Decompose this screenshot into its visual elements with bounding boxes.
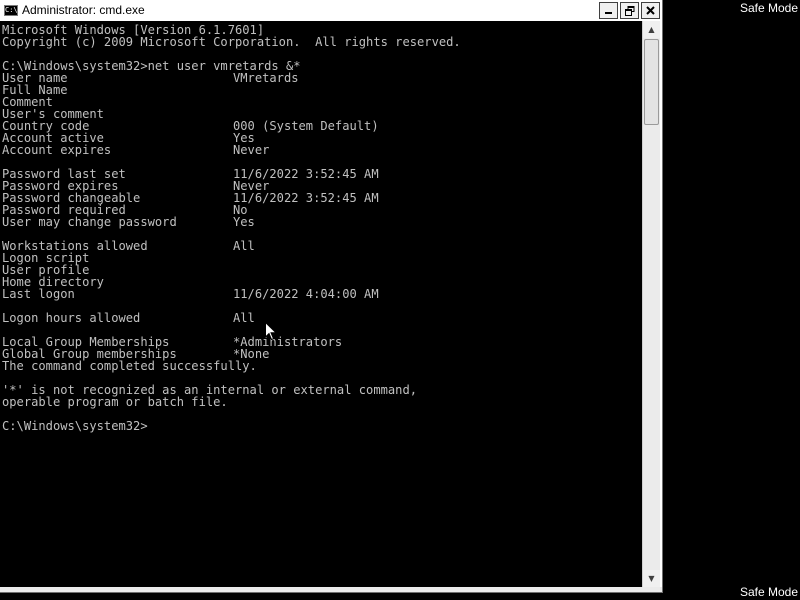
mouse-pointer-icon: [265, 322, 277, 341]
window-title: Administrator: cmd.exe: [22, 3, 145, 17]
console-line: The command completed successfully.: [2, 359, 257, 373]
scroll-down-arrow-icon[interactable]: ▼: [643, 570, 660, 587]
vertical-scrollbar[interactable]: ▲ ▼: [642, 21, 660, 587]
scroll-thumb[interactable]: [644, 39, 659, 125]
console-output[interactable]: Microsoft Windows [Version 6.1.7601] Copy…: [0, 21, 642, 587]
title-bar[interactable]: C:\ Administrator: cmd.exe: [0, 0, 662, 21]
scroll-up-arrow-icon[interactable]: ▲: [643, 21, 660, 38]
safe-mode-label-top: Safe Mode: [739, 1, 798, 15]
console-value: 11/6/2022 4:04:00 AM: [233, 287, 379, 301]
console-line: Logon hours allowed: [2, 311, 141, 325]
console-value: 000 (System Default): [233, 119, 379, 133]
console-line: C:\Windows\system32>: [2, 419, 148, 433]
console-value: All: [233, 239, 255, 253]
minimize-button[interactable]: [599, 2, 618, 19]
console-line: Account expires: [2, 143, 112, 157]
restore-icon: [624, 5, 634, 16]
cmd-icon[interactable]: C:\: [4, 5, 18, 16]
window-controls: [599, 2, 660, 19]
console-value: All: [233, 311, 255, 325]
console-line: Copyright (c) 2009 Microsoft Corporation…: [2, 35, 461, 49]
close-icon: [646, 6, 655, 15]
minimize-icon: [605, 12, 612, 14]
safe-mode-label-bottom: Safe Mode: [739, 585, 798, 599]
cmd-window[interactable]: C:\ Administrator: cmd.exe Microsoft Win…: [0, 0, 663, 593]
console-value: 11/6/2022 3:52:45 AM: [233, 191, 379, 205]
close-button[interactable]: [641, 2, 660, 19]
console-line: User may change password: [2, 215, 177, 229]
window-bottom-edge: [0, 587, 662, 592]
console-line: operable program or batch file.: [2, 395, 228, 409]
console-value: Yes: [233, 215, 255, 229]
maximize-button[interactable]: [620, 2, 639, 19]
console-value: Never: [233, 143, 270, 157]
console-line: Last logon: [2, 287, 75, 301]
desktop: Safe Mode Safe Mode C:\ Administrator: c…: [0, 0, 800, 600]
console-value: VMretards: [233, 71, 299, 85]
